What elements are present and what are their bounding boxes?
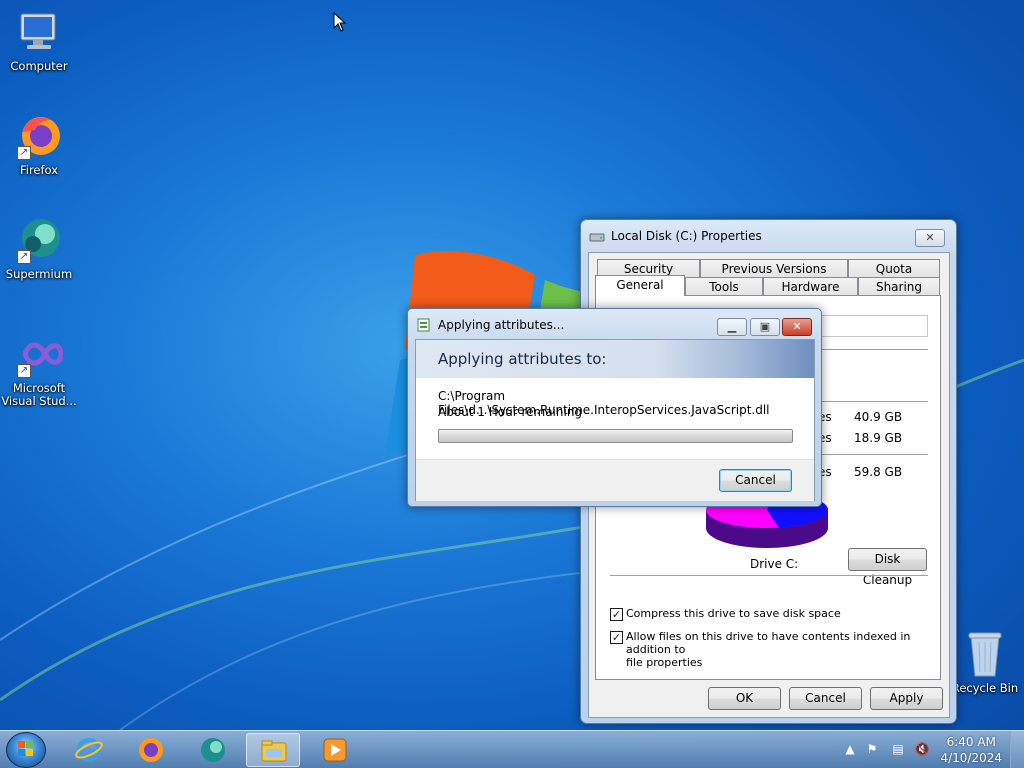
used-space-value: 40.9 GB <box>854 410 903 424</box>
close-icon: ✕ <box>792 320 802 333</box>
firefox-icon <box>139 738 163 762</box>
show-desktop-button[interactable] <box>1010 731 1024 768</box>
divider <box>610 575 928 576</box>
desktop-icon-computer[interactable]: Computer <box>0 8 78 73</box>
cancel-button[interactable]: Cancel <box>789 687 862 710</box>
network-icon[interactable]: ▤ <box>890 742 906 758</box>
checkmark-icon: ✓ <box>611 608 622 621</box>
volume-muted-icon[interactable]: 🔇 <box>914 742 930 758</box>
properties-title: Local Disk (C:) Properties <box>611 229 762 243</box>
show-hidden-icons-button[interactable]: ▲ <box>842 742 858 758</box>
clock-time: 6:40 AM <box>946 735 996 749</box>
desktop-icon-label: Visual Stud... <box>1 394 77 408</box>
cancel-button[interactable]: Cancel <box>719 469 792 492</box>
desktop-icon-firefox[interactable]: ↗ Firefox <box>0 112 78 177</box>
capacity-value: 59.8 GB <box>854 465 903 479</box>
desktop-icon-label: Firefox <box>19 163 59 177</box>
internet-explorer-icon <box>75 738 103 762</box>
drive-label: Drive C: <box>750 557 799 571</box>
compress-checkbox[interactable]: ✓ <box>610 608 623 621</box>
desktop-icon-label: Supermium <box>5 267 73 281</box>
progress-header: Applying attributes to: <box>416 340 814 378</box>
close-icon: ✕ <box>925 231 935 244</box>
media-player-icon <box>323 738 347 762</box>
disk-cleanup-button[interactable]: Disk Cleanup <box>848 548 927 587</box>
file-explorer-icon <box>261 740 287 762</box>
tab-sharing[interactable]: Sharing <box>858 277 940 296</box>
firefox-icon: ↗ <box>15 112 63 160</box>
taskbar: ▲ ⚑ ▤ 🔇 6:40 AM 4/10/2024 <box>0 730 1024 768</box>
attributes-icon <box>417 318 430 332</box>
shortcut-arrow-icon: ↗ <box>17 364 31 378</box>
taskbar-firefox[interactable] <box>124 733 178 767</box>
close-button[interactable]: ✕ <box>782 318 812 336</box>
taskbar-file-explorer[interactable] <box>246 733 300 767</box>
tab-hardware[interactable]: Hardware <box>763 277 858 296</box>
windows-logo-icon <box>18 741 33 756</box>
desktop-icon-supermium[interactable]: ↗ Supermium <box>0 216 78 281</box>
desktop-icon-visual-studio[interactable]: ↗ Microsoft Visual Stud... <box>0 330 78 408</box>
checkmark-icon: ✓ <box>611 631 622 644</box>
progress-client: Applying attributes to: C:\Program Files… <box>415 339 815 501</box>
action-center-flag-icon[interactable]: ⚑ <box>864 742 880 758</box>
tab-quota[interactable]: Quota <box>848 259 940 278</box>
properties-title-bar[interactable]: Local Disk (C:) Properties <box>589 229 762 243</box>
start-button[interactable] <box>6 732 46 768</box>
clock-date: 4/10/2024 <box>940 751 1002 765</box>
progress-dialog: Applying attributes... ▁ ▣ ✕ Applying at… <box>407 308 822 507</box>
recycle-bin-icon <box>965 630 1005 678</box>
shortcut-arrow-icon: ↗ <box>17 250 31 264</box>
compress-label: Compress this drive to save disk space <box>626 607 841 620</box>
progress-title-bar[interactable]: Applying attributes... <box>416 318 564 332</box>
mouse-cursor-icon <box>333 12 347 32</box>
apply-button[interactable]: Apply <box>870 687 943 710</box>
desktop-icon-label: Recycle Bin <box>951 681 1019 695</box>
supermium-icon: ↗ <box>15 216 63 264</box>
progress-footer: Cancel <box>416 459 814 501</box>
supermium-icon <box>201 738 225 762</box>
desktop-icon-recycle-bin[interactable]: Recycle Bin <box>946 630 1024 695</box>
drive-icon <box>589 233 605 242</box>
index-checkbox[interactable]: ✓ <box>610 631 623 644</box>
taskbar-supermium[interactable] <box>186 733 240 767</box>
close-button[interactable]: ✕ <box>915 229 945 247</box>
index-label: Allow files on this drive to have conten… <box>626 630 911 669</box>
progress-title: Applying attributes... <box>438 318 565 332</box>
progress-bar <box>438 429 793 443</box>
tab-tools[interactable]: Tools <box>685 277 763 296</box>
tab-previous-versions[interactable]: Previous Versions <box>700 259 848 278</box>
minimize-icon: ▁ <box>727 320 737 333</box>
tab-general[interactable]: General <box>595 275 685 296</box>
taskbar-media-player[interactable] <box>308 733 362 767</box>
visual-studio-icon: ↗ <box>15 330 64 378</box>
ok-button[interactable]: OK <box>708 687 781 710</box>
computer-icon <box>15 8 63 56</box>
free-space-value: 18.9 GB <box>854 431 903 445</box>
maximize-button[interactable]: ▣ <box>750 318 780 336</box>
maximize-icon: ▣ <box>759 320 771 333</box>
time-remaining: About 1 Hour remaining <box>438 405 583 419</box>
taskbar-internet-explorer[interactable] <box>62 733 116 767</box>
minimize-button[interactable]: ▁ <box>717 318 747 336</box>
shortcut-arrow-icon: ↗ <box>17 146 31 160</box>
system-clock[interactable]: 6:40 AM 4/10/2024 <box>940 734 1002 766</box>
desktop-icon-label: Computer <box>10 59 68 73</box>
progress-heading: Applying attributes to: <box>438 350 607 368</box>
